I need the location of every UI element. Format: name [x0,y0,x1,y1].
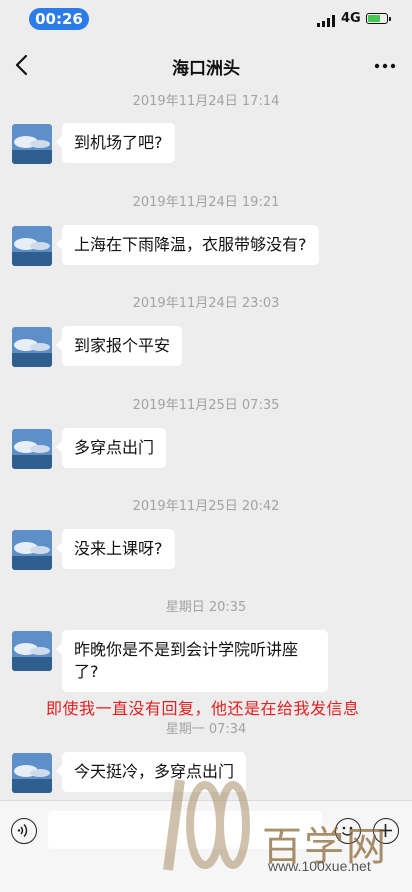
watermark-url: www.100xue.net [268,858,371,874]
message-timestamp: 2019年11月25日 07:35 [132,398,280,413]
network-type: 4G [341,11,361,26]
more-button[interactable] [372,56,398,76]
status-bar: 00:26 4G [0,0,412,40]
voice-icon [17,823,28,838]
avatar[interactable] [12,327,52,367]
message-timestamp: 2019年11月24日 17:14 [132,94,280,109]
red-annotation: 即使我一直没有回复，他还是在给我发信息 [46,699,360,718]
chat-title: 海口洲头 [172,59,240,79]
more-dots-icon [374,63,396,69]
signal-icon [317,15,335,27]
avatar[interactable] [12,124,52,164]
avatar[interactable] [12,530,52,570]
message-timestamp: 2019年11月24日 19:21 [132,195,280,210]
message-bubble[interactable]: 上海在下雨降温，衣服带够没有? [56,225,319,265]
watermark-logo [163,779,250,871]
message-list[interactable]: 2019年11月24日 17:14 到机场了吧? 2019年11月24日 19:… [0,88,412,800]
message-timestamp: 星期日 20:35 [165,600,247,615]
message-timestamp: 2019年11月24日 23:03 [132,296,280,311]
message-bubble[interactable]: 到机场了吧? [56,123,175,163]
voice-button[interactable] [11,818,37,844]
message-timestamp: 2019年11月25日 20:42 [132,499,280,514]
message-bubble[interactable]: 没来上课呀? [56,529,175,569]
avatar[interactable] [12,226,52,266]
chat-header: 海口洲头 [0,40,412,92]
avatar[interactable] [12,631,52,671]
message-timestamp: 星期一 07:34 [165,722,247,737]
battery-icon [366,13,391,24]
avatar[interactable] [12,753,52,793]
status-time: 00:26 [29,8,89,30]
avatar[interactable] [12,429,52,469]
message-bubble[interactable]: 昨晚你是不是到会计学院听讲座 了? [56,630,328,692]
message-bubble[interactable]: 多穿点出门 [55,428,167,468]
message-bubble[interactable]: 到家报个平安 [55,326,183,366]
